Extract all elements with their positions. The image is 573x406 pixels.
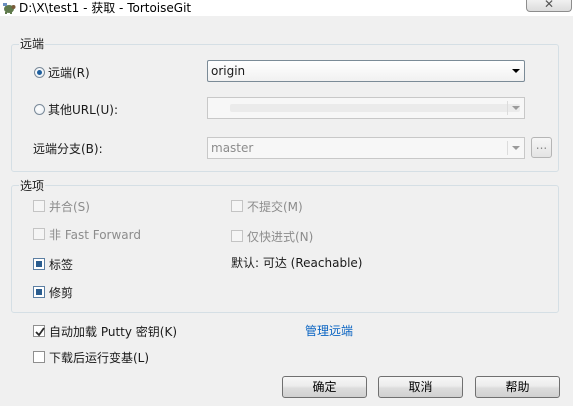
rebase-after-checkbox[interactable] xyxy=(33,351,45,363)
rebase-after-label[interactable]: 下载后运行变基(L) xyxy=(49,351,149,365)
other-url-radio[interactable] xyxy=(34,104,45,115)
no-ff-checkbox[interactable] xyxy=(33,228,45,240)
autoload-putty-checkbox[interactable] xyxy=(33,325,45,337)
window-title: D:\X\test1 - 获取 - TortoiseGit xyxy=(19,1,192,15)
remote-branch-value: master xyxy=(211,141,254,155)
remote-select-value: origin xyxy=(211,64,246,78)
prune-checkbox[interactable] xyxy=(33,286,45,298)
no-commit-checkbox[interactable] xyxy=(231,200,243,212)
other-url-combo[interactable] xyxy=(207,97,525,119)
chevron-down-icon xyxy=(512,146,520,150)
tags-checkbox[interactable] xyxy=(33,258,45,270)
close-icon: ✕ xyxy=(543,0,555,11)
remote-branch-combo[interactable]: master xyxy=(207,137,525,159)
no-ff-label: 非 Fast Forward xyxy=(49,228,141,242)
ff-only-label: 仅快进式(N) xyxy=(247,230,314,244)
close-button[interactable]: ✕ xyxy=(526,0,572,12)
help-button[interactable]: 帮助 xyxy=(475,376,560,398)
combo-separator xyxy=(507,141,508,155)
merge-label: 并合(S) xyxy=(49,200,90,214)
browse-branches-button[interactable]: ... xyxy=(531,137,552,158)
redacted-url-placeholder xyxy=(230,104,520,112)
no-commit-label: 不提交(M) xyxy=(247,200,303,214)
tags-default-text: 默认: 可达 (Reachable) xyxy=(231,256,363,270)
combo-separator xyxy=(507,101,508,115)
ellipsis-icon: ... xyxy=(535,138,548,152)
remote-radio[interactable] xyxy=(34,67,45,78)
merge-checkbox[interactable] xyxy=(33,200,45,212)
chevron-down-icon xyxy=(512,69,520,73)
manage-remotes-link[interactable]: 管理远端 xyxy=(305,324,353,338)
cancel-button[interactable]: 取消 xyxy=(378,376,463,398)
remote-select[interactable]: origin xyxy=(207,60,525,82)
remote-radio-label[interactable]: 远端(R) xyxy=(48,66,90,80)
tortoisegit-app-icon xyxy=(2,1,16,15)
autoload-putty-label[interactable]: 自动加载 Putty 密钥(K) xyxy=(49,325,177,339)
ff-only-checkbox[interactable] xyxy=(231,230,243,242)
ok-button[interactable]: 确定 xyxy=(282,376,367,398)
remote-group-label: 远端 xyxy=(19,37,46,51)
chevron-down-icon xyxy=(512,106,520,110)
prune-label[interactable]: 修剪 xyxy=(49,286,73,300)
checkmark-icon xyxy=(35,327,45,337)
remote-branch-label: 远端分支(B): xyxy=(33,142,103,156)
options-group-label: 选项 xyxy=(19,179,46,193)
title-bar: D:\X\test1 - 获取 - TortoiseGit ✕ xyxy=(0,0,573,16)
tags-label[interactable]: 标签 xyxy=(49,258,73,272)
other-url-radio-label[interactable]: 其他URL(U): xyxy=(48,103,118,117)
